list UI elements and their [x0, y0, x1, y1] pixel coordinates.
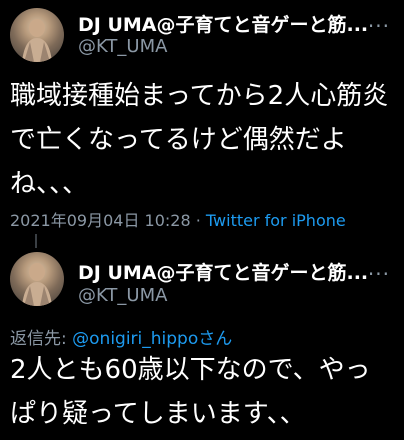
- user-handle[interactable]: @KT_UMA: [78, 285, 167, 306]
- timestamp[interactable]: 2021年09月04日 10:28: [10, 211, 191, 230]
- user-handle[interactable]: @KT_UMA: [78, 36, 167, 57]
- reply-to-line: 返信先: @onigiri_hippoさん: [10, 324, 232, 349]
- reply-prefix: 返信先:: [10, 329, 73, 349]
- more-icon[interactable]: ...: [368, 256, 390, 280]
- reply-mention-link[interactable]: @onigiri_hippoさん: [72, 329, 232, 349]
- display-name[interactable]: DJ UMA@子育てと音ゲーと筋...: [78, 10, 378, 37]
- avatar[interactable]: [10, 252, 64, 306]
- display-name[interactable]: DJ UMA@子育てと音ゲーと筋...: [78, 258, 378, 285]
- client-link[interactable]: Twitter for iPhone: [206, 211, 346, 230]
- more-icon[interactable]: ...: [368, 8, 390, 32]
- avatar[interactable]: [10, 8, 64, 62]
- thread-connector: [35, 234, 37, 248]
- tweet-text: 2人とも60歳以下なので、やっぱり疑ってしまいます、、: [10, 355, 371, 429]
- meta-separator: ·: [190, 211, 206, 230]
- tweet-meta: 2021年09月04日 10:28 · Twitter for iPhone: [10, 207, 346, 231]
- tweet-text: 職域接種始まってから2人心筋炎で亡くなってるけど偶然だよね、、、: [10, 81, 389, 199]
